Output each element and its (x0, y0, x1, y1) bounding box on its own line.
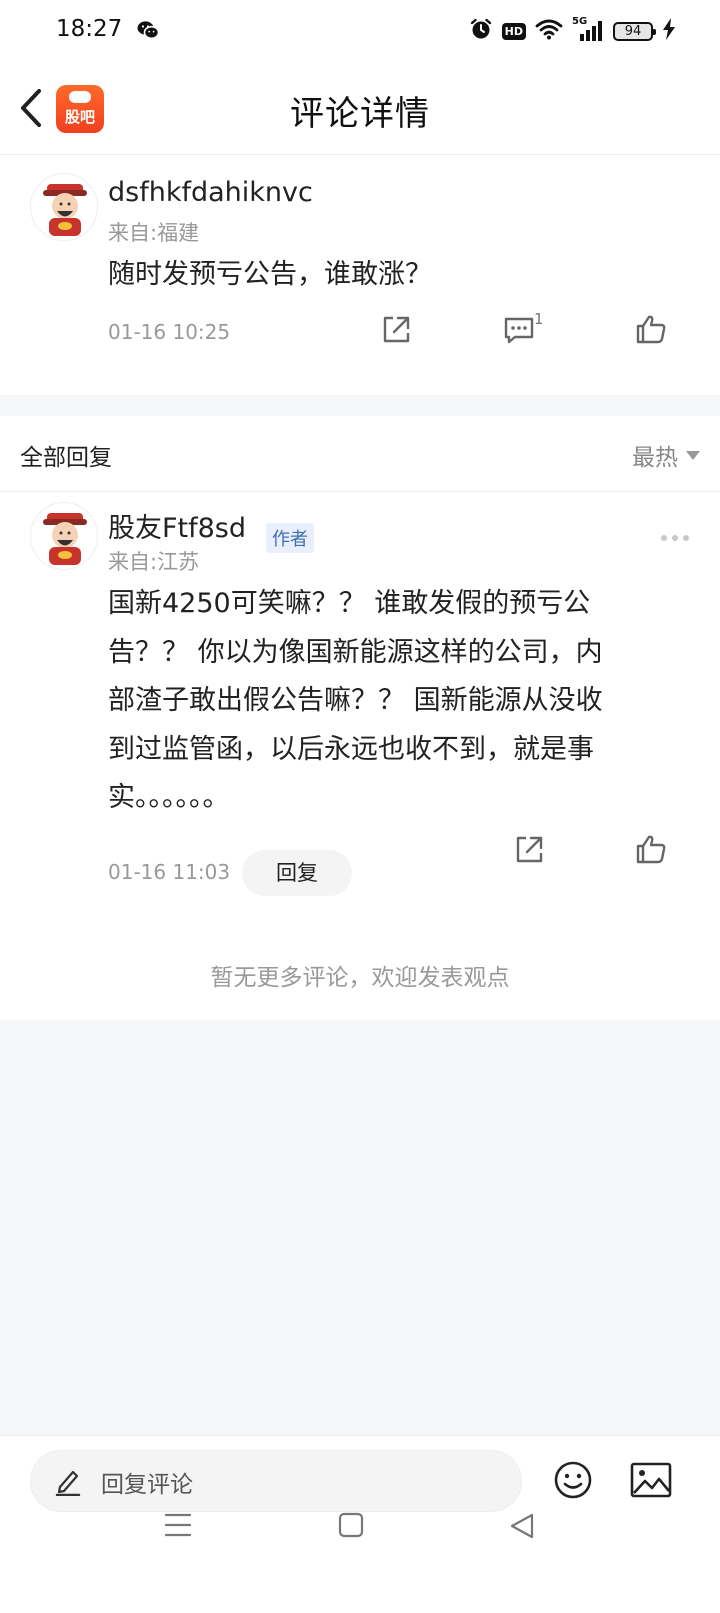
timestamp: 01-16 11:03 (108, 860, 231, 884)
header: 股吧 评论详情 (0, 64, 720, 155)
signal-icon: 5G (572, 16, 604, 43)
comment-icon[interactable] (502, 314, 536, 350)
battery-indicator: 94 (613, 21, 656, 41)
comment-text: 随时发预亏公告，谁敢涨？ (108, 259, 432, 290)
wifi-icon (535, 18, 563, 44)
like-icon[interactable] (634, 833, 668, 869)
reply-text-line: 到过监管函，以后永远也收不到，就是事 (108, 733, 594, 765)
timestamp: 01-16 10:25 (108, 320, 231, 344)
emoji-icon[interactable] (553, 1460, 593, 1504)
location: 来自:福建 (108, 221, 200, 245)
reply-input-placeholder: 回复评论 (101, 1472, 193, 1498)
page-title: 评论详情 (290, 94, 430, 134)
sort-label: 最热 (632, 445, 678, 471)
username[interactable]: 股友Ftf8sd (108, 506, 246, 545)
back-nav-icon[interactable] (508, 1512, 536, 1544)
reply-button[interactable]: 回复 (242, 850, 352, 896)
wechat-icon (137, 20, 160, 44)
avatar[interactable] (30, 502, 98, 570)
like-icon[interactable] (634, 313, 668, 349)
location: 来自:江苏 (108, 550, 200, 574)
chevron-down-icon (686, 450, 700, 460)
reply-text-line: 部渣子敢出假公告嘛？？ 国新能源从没收 (108, 685, 603, 716)
replies-title: 全部回复 (20, 445, 112, 471)
reply-text-line: 实。。。。。。 (108, 782, 230, 813)
menu-nav-icon[interactable] (164, 1512, 192, 1542)
home-nav-icon[interactable] (338, 1512, 364, 1542)
status-icons: HD 5G 94 (469, 16, 676, 45)
pencil-icon (55, 1466, 81, 1500)
avatar[interactable] (30, 173, 98, 241)
more-icon[interactable] (661, 535, 689, 541)
no-more-comments: 暂无更多评论，欢迎发表观点 (210, 965, 510, 991)
status-time: 18:27 (56, 16, 123, 42)
main-comment: dsfhkfdahiknvc 来自:福建 随时发预亏公告，谁敢涨？ 01-16 … (0, 155, 720, 395)
status-bar: 18:27 HD 5G 94 (0, 0, 720, 64)
sort-dropdown[interactable]: 最热 (632, 438, 700, 472)
alarm-icon (469, 17, 493, 45)
share-icon[interactable] (513, 834, 545, 870)
reply-item: 股友Ftf8sd 作者 来自:江苏 国新4250可笑嘛？？ 谁敢发假的预亏公 告… (0, 492, 720, 1020)
username[interactable]: dsfhkfdahiknvc (108, 177, 313, 208)
author-badge: 作者 (266, 523, 314, 553)
replies-header: 全部回复 最热 (0, 416, 720, 492)
reply-input[interactable]: 回复评论 (30, 1450, 522, 1512)
share-icon[interactable] (380, 314, 412, 350)
reply-text-line: 告？？ 你以为像国新能源这样的公司，内 (108, 636, 603, 668)
charging-icon (662, 18, 676, 44)
image-icon[interactable] (630, 1462, 672, 1502)
reply-text-line: 国新4250可笑嘛？？ 谁敢发假的预亏公 (108, 588, 591, 619)
bottom-bar: 回复评论 (0, 1435, 720, 1613)
hd-badge: HD (501, 22, 526, 40)
reply-count: 1 (534, 310, 544, 328)
reply-text: 国新4250可笑嘛？？ 谁敢发假的预亏公 告？？ 你以为像国新能源这样的公司，内… (108, 580, 603, 823)
